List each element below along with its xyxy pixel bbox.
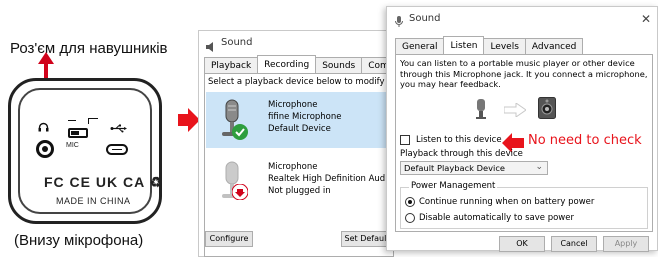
unplugged-arrow-icon	[231, 183, 249, 203]
recording-panel: Select a playback device below to modify…	[204, 73, 394, 257]
mic-switch-label: MIC	[66, 142, 79, 149]
bottom-caption: (Внизу мікрофона)	[14, 232, 144, 249]
headphone-jack-label: Роз'єм для навушників	[10, 40, 168, 57]
headphone-icon	[38, 122, 49, 135]
red-arrow-right-icon	[178, 108, 200, 137]
device-driver: Realtek High Definition Audio	[268, 174, 393, 184]
sound-tabs: Playback Recording Sounds Commun	[204, 55, 416, 73]
certification-marks: FC CE UK CA ♻	[44, 174, 164, 190]
sound-dialog-title: Sound	[199, 31, 393, 55]
tab-levels[interactable]: Levels	[483, 38, 526, 54]
recording-instruction: Select a playback device below to modify…	[208, 77, 393, 87]
listen-description: You can listen to a portable music playe…	[400, 58, 648, 89]
ok-button[interactable]: OK	[499, 236, 545, 252]
speaker-icon	[206, 38, 216, 52]
cancel-button[interactable]: Cancel	[551, 236, 597, 252]
apply-button[interactable]: Apply	[603, 236, 649, 252]
properties-title-text: Sound	[409, 13, 441, 24]
microphone-properties-dialog: Sound ✕ General Listen Levels Advanced Y…	[386, 6, 658, 252]
tab-playback[interactable]: Playback	[204, 57, 259, 73]
made-in-label: MADE IN CHINA	[56, 196, 131, 206]
sound-dialog: Sound Playback Recording Sounds Commun S…	[198, 30, 416, 257]
switch-mark-bracket	[88, 118, 98, 124]
configure-button[interactable]: Configure	[205, 231, 253, 247]
radio-continue[interactable]	[405, 197, 415, 207]
device-name: Microphone	[268, 162, 318, 172]
tab-recording[interactable]: Recording	[257, 55, 317, 73]
radio-disable[interactable]	[405, 213, 415, 223]
device-driver: fifine Microphone	[268, 112, 342, 122]
tab-advanced[interactable]: Advanced	[524, 38, 584, 54]
tab-general[interactable]: General	[395, 38, 445, 54]
power-management-group: Power Management Continue running when o…	[400, 181, 648, 229]
no-need-annotation: No need to check	[528, 133, 642, 148]
device-row-realtek[interactable]: Microphone Realtek High Definition Audio…	[206, 154, 393, 210]
listen-panel: You can listen to a portable music playe…	[395, 54, 653, 232]
switch-mark	[68, 120, 76, 121]
device-status: Default Device	[268, 124, 331, 134]
device-name: Microphone	[268, 100, 318, 110]
device-status: Not plugged in	[268, 186, 331, 196]
microphone-small-icon	[394, 14, 404, 27]
mic-switch	[68, 128, 88, 138]
listen-checkbox[interactable]	[400, 135, 410, 145]
usb-c-port	[106, 144, 128, 155]
power-option-disable: Disable automatically to save power	[419, 213, 574, 223]
playback-through-label: Playback through this device	[400, 149, 523, 159]
properties-tabs: General Listen Levels Advanced	[395, 36, 584, 54]
playback-device-value: Default Playback Device	[404, 163, 505, 173]
listen-checkbox-label: Listen to this device	[416, 135, 502, 145]
power-group-label: Power Management	[409, 181, 498, 191]
tab-sounds[interactable]: Sounds	[315, 57, 363, 73]
device-row-fifine[interactable]: Microphone fifine Microphone Default Dev…	[206, 92, 393, 148]
default-check-icon	[232, 124, 248, 143]
power-option-continue: Continue running when on battery power	[419, 197, 595, 207]
properties-dialog-title: Sound	[387, 7, 657, 31]
usb-icon	[110, 124, 128, 136]
sound-dialog-title-text: Sound	[221, 37, 253, 48]
microphone-plug-icon	[474, 99, 488, 124]
speaker-device-icon	[538, 97, 556, 122]
headphone-jack	[36, 140, 54, 158]
playback-device-select[interactable]: Default Playback Device ⌄	[400, 161, 548, 175]
arrow-right-icon	[503, 102, 527, 120]
chevron-down-icon: ⌄	[535, 162, 543, 172]
radio-dot	[408, 200, 412, 204]
close-icon[interactable]: ✕	[641, 12, 651, 26]
tab-listen[interactable]: Listen	[443, 36, 485, 54]
